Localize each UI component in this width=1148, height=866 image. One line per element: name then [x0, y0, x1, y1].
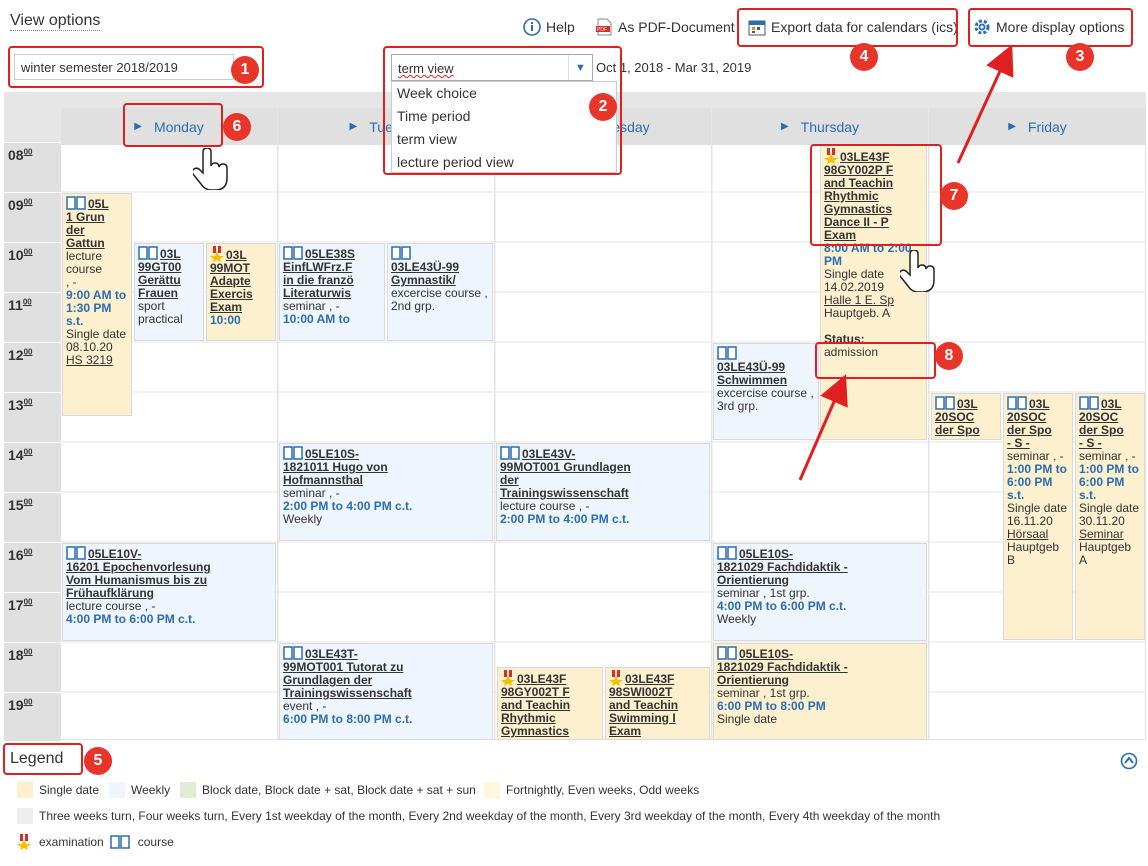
- annotation-badge-1: 1: [231, 56, 259, 84]
- arrow-to-more-options: [956, 44, 1014, 164]
- annotation-badge-8: 8: [935, 342, 963, 370]
- annotation-arrows: [798, 44, 1014, 481]
- annotation-badge-6: 6: [223, 113, 251, 141]
- annotation-badge-5: 5: [84, 747, 112, 775]
- arrow-to-status: [798, 374, 848, 481]
- hand-cursor-icon: [191, 147, 229, 193]
- annotation-badge-4: 4: [850, 43, 878, 71]
- annotation-badge-7: 7: [940, 182, 968, 210]
- annotation-badge-2: 2: [589, 93, 617, 121]
- annotation-badge-3: 3: [1066, 43, 1094, 71]
- hand-cursor-icon: [898, 249, 936, 295]
